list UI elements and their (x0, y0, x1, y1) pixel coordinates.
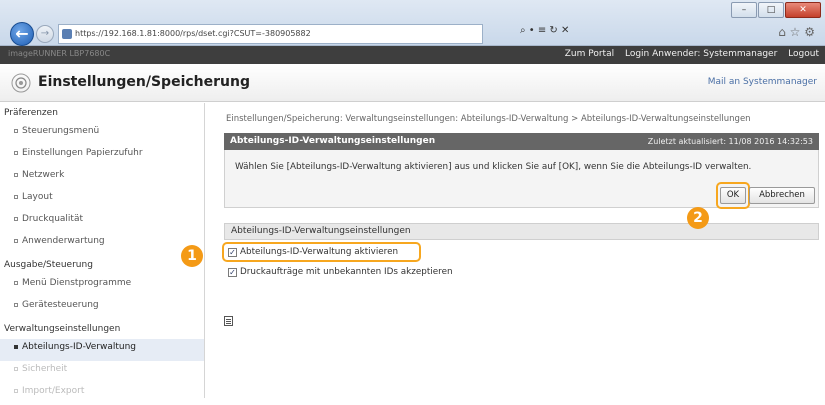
bullet-icon (14, 303, 18, 307)
maximize-button[interactable]: □ (758, 2, 784, 18)
callout-1: 1 (181, 245, 203, 267)
section-header: Abteilungs-ID-Verwaltungseinstellungen (224, 223, 819, 240)
sidebar-item-label: Anwenderwartung (22, 236, 105, 246)
panel-title: Abteilungs-ID-Verwaltungseinstellungen (230, 136, 436, 146)
bullet-icon (14, 151, 18, 155)
browser-chrome: – □ ✕ ← → https://192.168.1.81:8000/rps/… (0, 0, 825, 46)
breadcrumb: Einstellungen/Speicherung: Verwaltungsei… (226, 114, 751, 124)
back-button[interactable]: ← (10, 22, 34, 46)
bullet-icon (14, 389, 18, 393)
sidebar-item-device-control[interactable]: Gerätesteuerung (0, 297, 204, 319)
sidebar-item-paper-source[interactable]: Einstellungen Papierzufuhr (0, 145, 204, 167)
document-icon[interactable] (224, 316, 233, 326)
sidebar-item-label: Druckqualität (22, 214, 84, 224)
device-name: imageRUNNER LBP7680C (8, 49, 111, 58)
sidebar-item-department-id[interactable]: Abteilungs-ID-Verwaltung (0, 339, 204, 361)
sidebar-item-label: Sicherheit (22, 364, 68, 374)
bullet-icon (14, 195, 18, 199)
panel-body: Wählen Sie [Abteilungs-ID-Verwaltung akt… (224, 150, 819, 209)
page-title: Einstellungen/Speicherung (38, 74, 250, 90)
checkbox-label: Druckaufträge mit unbekannten IDs akzept… (240, 267, 453, 277)
browser-toolbar-icons[interactable]: ⌂ ☆ ⚙ (778, 25, 815, 39)
forward-button[interactable]: → (36, 25, 54, 43)
sidebar-group-management-settings[interactable]: Verwaltungseinstellungen (0, 319, 204, 339)
bullet-icon (14, 129, 18, 133)
sidebar-item-import-export[interactable]: Import/Export (0, 383, 204, 405)
sidebar-item-label: Menü Dienstprogramme (22, 278, 132, 288)
sidebar-group-preferences[interactable]: Präferenzen (0, 103, 204, 123)
sidebar-item-utility-menu[interactable]: Menü Dienstprogramme (0, 275, 204, 297)
enable-department-id-checkbox-row[interactable]: ✓ Abteilungs-ID-Verwaltung aktivieren (228, 246, 398, 258)
sidebar-item-layout[interactable]: Layout (0, 189, 204, 211)
sidebar-item-control-menu[interactable]: Steuerungsmenü (0, 123, 204, 145)
cancel-button[interactable]: Abbrechen (749, 187, 815, 204)
sidebar-item-label: Import/Export (22, 386, 85, 396)
main-content: Einstellungen/Speicherung: Verwaltungsei… (220, 103, 820, 398)
accept-unknown-ids-checkbox-row[interactable]: ✓ Druckaufträge mit unbekannten IDs akzep… (228, 266, 453, 278)
bullet-icon (14, 173, 18, 177)
bullet-icon (14, 345, 18, 349)
last-updated-text: Zuletzt aktualisiert: 11/08 2016 14:32:5… (647, 137, 813, 146)
sidebar: Präferenzen Steuerungsmenü Einstellungen… (0, 103, 205, 398)
bullet-icon (14, 281, 18, 285)
window-controls: – □ ✕ (731, 2, 821, 18)
sidebar-item-label: Layout (22, 192, 53, 202)
bullet-icon (14, 367, 18, 371)
sidebar-group-output-control[interactable]: Ausgabe/Steuerung (0, 255, 204, 275)
instruction-text: Wählen Sie [Abteilungs-ID-Verwaltung akt… (235, 162, 752, 172)
bullet-icon (14, 239, 18, 243)
checkbox-label: Abteilungs-ID-Verwaltung aktivieren (240, 247, 399, 257)
login-user-text: Login Anwender: Systemmanager (624, 49, 778, 59)
address-text: https://192.168.1.81:8000/rps/dset.cgi?C… (75, 29, 311, 38)
sidebar-item-label: Gerätesteuerung (22, 300, 99, 310)
minimize-button[interactable]: – (731, 2, 757, 18)
bullet-icon (14, 217, 18, 221)
ok-button[interactable]: OK (720, 187, 746, 204)
callout-2: 2 (687, 207, 709, 229)
accept-unknown-ids-checkbox[interactable]: ✓ (228, 268, 237, 277)
top-header-bar: imageRUNNER LBP7680C Zum Portal Login An… (0, 46, 825, 64)
sidebar-item-print-quality[interactable]: Druckqualität (0, 211, 204, 233)
page-titlebar: Einstellungen/Speicherung Mail an System… (0, 64, 825, 102)
sidebar-item-label: Einstellungen Papierzufuhr (22, 148, 143, 158)
panel-header: Abteilungs-ID-Verwaltungseinstellungen Z… (224, 133, 819, 150)
sidebar-item-label: Abteilungs-ID-Verwaltung (22, 342, 137, 352)
sidebar-item-user-maintenance[interactable]: Anwenderwartung (0, 233, 204, 255)
enable-department-id-checkbox[interactable]: ✓ (228, 248, 237, 257)
address-tools[interactable]: ⌕ • ≡ ↻ ✕ (520, 25, 569, 36)
sidebar-item-label: Steuerungsmenü (22, 126, 100, 136)
logout-link[interactable]: Logout (788, 49, 819, 59)
sidebar-item-label: Netzwerk (22, 170, 65, 180)
sidebar-item-security[interactable]: Sicherheit (0, 361, 204, 383)
site-icon (62, 29, 72, 39)
address-bar[interactable]: https://192.168.1.81:8000/rps/dset.cgi?C… (58, 24, 483, 44)
portal-link[interactable]: Zum Portal (565, 49, 614, 59)
sidebar-item-network[interactable]: Netzwerk (0, 167, 204, 189)
settings-gear-icon (11, 73, 31, 93)
close-window-button[interactable]: ✕ (785, 2, 821, 18)
mail-to-manager-link[interactable]: Mail an Systemmanager (708, 77, 817, 87)
header-links: Zum Portal Login Anwender: Systemmanager… (557, 49, 819, 59)
